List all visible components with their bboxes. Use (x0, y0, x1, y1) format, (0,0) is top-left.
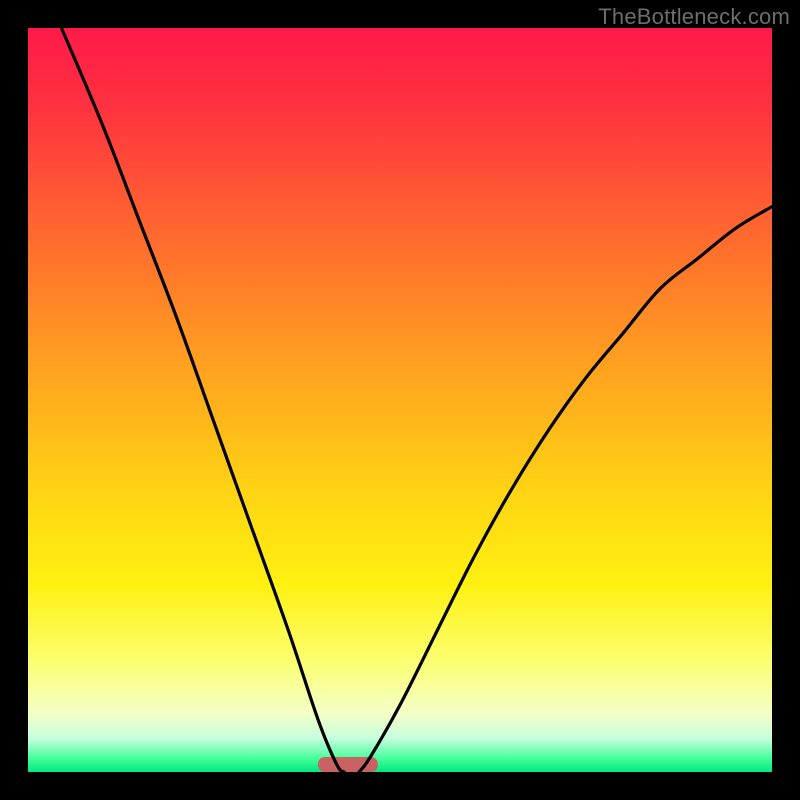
bottleneck-chart (0, 0, 800, 800)
chart-frame: TheBottleneck.com (0, 0, 800, 800)
watermark-text: TheBottleneck.com (598, 4, 790, 30)
plot-background (28, 28, 772, 772)
